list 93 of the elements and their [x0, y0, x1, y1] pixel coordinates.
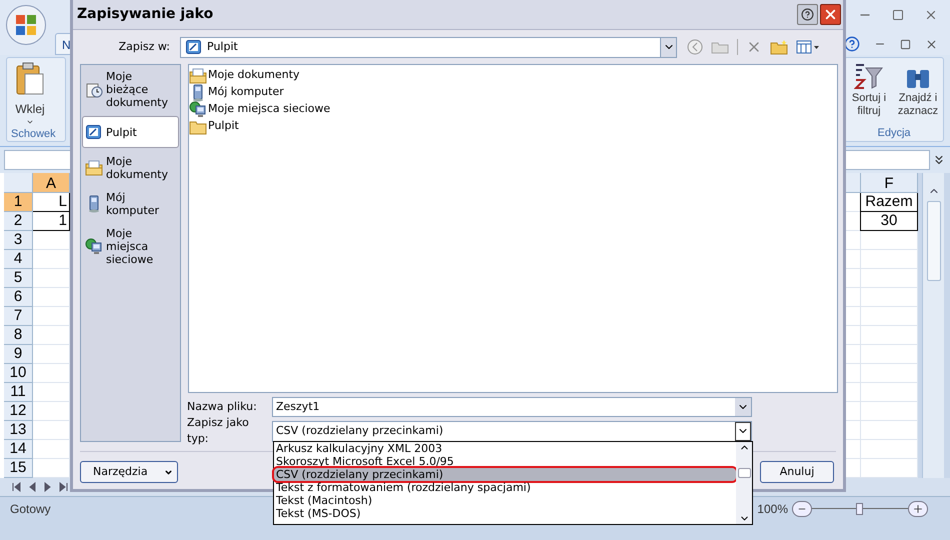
table-cell[interactable]: Razem: [860, 193, 918, 212]
table-cell[interactable]: [860, 440, 918, 459]
clock-document-icon: [85, 80, 103, 98]
row-header[interactable]: 13: [4, 421, 33, 440]
help-button[interactable]: [797, 4, 818, 25]
place-item[interactable]: Mój komputer: [82, 188, 179, 220]
scroll-thumb[interactable]: [738, 468, 750, 478]
folder-icon: [189, 118, 207, 134]
zoom-slider[interactable]: [812, 502, 908, 516]
back-icon[interactable]: [687, 39, 703, 55]
group-label: Edycja: [876, 126, 912, 141]
paste-button[interactable]: Wklej: [15, 62, 45, 126]
row-header[interactable]: 5: [4, 269, 33, 288]
file-name-field[interactable]: Zeszyt1: [272, 397, 752, 418]
slider-thumb[interactable]: [856, 502, 863, 514]
list-scrollbar[interactable]: [736, 442, 752, 524]
field-label: Zapisz w:: [118, 38, 171, 55]
row-header[interactable]: 15: [4, 459, 33, 478]
place-item[interactable]: Moje miejsca sieciowe: [82, 224, 179, 269]
close-icon[interactable]: [924, 8, 938, 22]
location-dropdown[interactable]: Pulpit: [180, 36, 677, 58]
new-folder-icon[interactable]: [770, 39, 788, 55]
table-cell[interactable]: [860, 364, 918, 383]
table-cell[interactable]: [860, 421, 918, 440]
file-type-option[interactable]: Tekst (Macintosh): [274, 494, 736, 507]
table-cell[interactable]: [860, 250, 918, 269]
place-item[interactable]: Moje bieżące dokumenty: [82, 67, 179, 112]
row-header[interactable]: 9: [4, 345, 33, 364]
table-cell[interactable]: [860, 231, 918, 250]
file-item[interactable]: Mój komputer: [189, 84, 286, 101]
help-icon: [801, 8, 814, 21]
row-header[interactable]: 8: [4, 326, 33, 345]
table-cell[interactable]: 30: [860, 212, 918, 231]
caret-icon: [26, 118, 34, 126]
table-cell[interactable]: [860, 326, 918, 345]
caret-icon: [164, 468, 173, 476]
window-title: Zapisywanie jako: [77, 5, 214, 24]
place-item[interactable]: Pulpit: [82, 116, 179, 148]
sheet-navigation-icon[interactable]: [12, 482, 68, 492]
scroll-thumb[interactable]: [926, 201, 940, 281]
view-menu-icon[interactable]: [796, 40, 820, 54]
row-header[interactable]: 7: [4, 307, 33, 326]
row-header[interactable]: 1: [4, 193, 33, 212]
row-header[interactable]: 11: [4, 383, 33, 402]
row-header[interactable]: 10: [4, 364, 33, 383]
status-text: Gotowy: [9, 500, 52, 518]
column-header[interactable]: F: [860, 173, 918, 193]
sort-filter-button[interactable]: Sortuj i filtruj: [846, 62, 892, 118]
close-icon: [823, 7, 838, 22]
row-header[interactable]: 4: [4, 250, 33, 269]
vertical-scrollbar[interactable]: [922, 173, 944, 478]
file-type-option[interactable]: Skoroszyt Microsoft Excel 5.0/95: [274, 455, 736, 468]
table-cell[interactable]: [860, 345, 918, 364]
tools-button[interactable]: Narzędzia: [80, 461, 178, 483]
zoom-reading: 100%: [757, 500, 788, 518]
file-item[interactable]: Moje miejsca sieciowe: [189, 101, 332, 118]
place-item[interactable]: Moje dokumenty: [82, 152, 179, 184]
help-icon[interactable]: [844, 36, 860, 52]
table-cell[interactable]: [860, 288, 918, 307]
file-type-option[interactable]: CSV (rozdzielany przecinkami): [274, 468, 736, 481]
group-label: Schowek: [11, 127, 56, 142]
table-cell[interactable]: [860, 402, 918, 421]
table-cell[interactable]: [860, 383, 918, 402]
office-logo-icon: [15, 14, 37, 36]
cancel-button[interactable]: Anuluj: [760, 461, 834, 483]
document-folder-icon: [85, 159, 103, 177]
file-item[interactable]: Pulpit: [189, 118, 241, 135]
row-header[interactable]: 6: [4, 288, 33, 307]
maximize-icon[interactable]: [892, 9, 904, 21]
restore-icon[interactable]: [900, 38, 911, 50]
find-select-button[interactable]: Znajdź i zaznacz: [894, 62, 942, 118]
close-icon[interactable]: [925, 38, 938, 50]
column-header[interactable]: A: [33, 173, 70, 193]
row-header[interactable]: 3: [4, 231, 33, 250]
table-cell[interactable]: [860, 269, 918, 288]
row-header[interactable]: 12: [4, 402, 33, 421]
field-label: Nazwa pliku:: [187, 398, 258, 415]
close-button[interactable]: [820, 4, 841, 25]
file-type-dropdown[interactable]: CSV (rozdzielany przecinkami): [272, 420, 752, 442]
file-type-option[interactable]: Tekst (MS-DOS): [274, 507, 736, 520]
file-type-option[interactable]: Arkusz kalkulacyjny XML 2003: [274, 442, 736, 455]
clipboard-icon: [15, 62, 45, 96]
field-label: Zapisz jako typ:: [187, 414, 250, 447]
row-header[interactable]: 14: [4, 440, 33, 459]
table-cell[interactable]: [860, 307, 918, 326]
file-type-option[interactable]: Tekst z formatowaniem (rozdzielany spacjami): [274, 481, 736, 494]
desktop-icon: [85, 123, 103, 141]
desktop-icon: [185, 38, 203, 56]
row-header[interactable]: 2: [4, 212, 33, 231]
sort-filter-icon: [854, 62, 884, 92]
file-item[interactable]: Moje dokumenty: [189, 67, 302, 84]
network-computer-icon: [85, 238, 103, 256]
network-computer-icon: [189, 100, 207, 118]
